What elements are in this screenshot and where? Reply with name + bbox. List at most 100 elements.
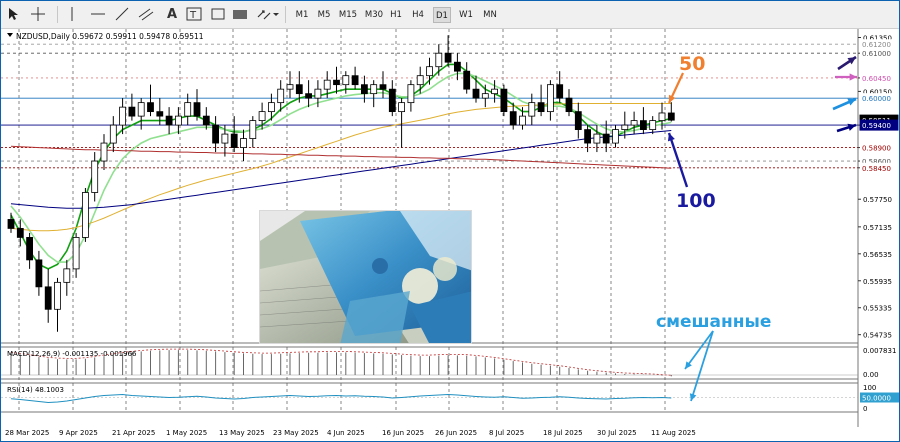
candle: [333, 66, 340, 94]
candle-body: [565, 97, 573, 113]
candle-body: [621, 124, 629, 130]
candle: [351, 66, 359, 90]
arrow-head: [847, 123, 856, 131]
candle-body: [128, 106, 136, 117]
candle: [165, 107, 173, 135]
shapes-icon[interactable]: [231, 5, 249, 23]
collapse-triangle-icon[interactable]: [7, 33, 13, 37]
toolbar: A T M1 M5 M15 M30 H1 H4 D1 W1 MN: [1, 1, 899, 29]
candle: [444, 35, 452, 67]
cursor-icon[interactable]: [5, 5, 23, 23]
candle: [407, 80, 415, 112]
candle-body: [258, 111, 266, 122]
candle-body: [453, 61, 461, 72]
timeframe-h4[interactable]: H4: [409, 7, 427, 23]
candle-body: [649, 120, 657, 130]
candle: [379, 71, 387, 99]
timeframe-h1[interactable]: H1: [387, 7, 405, 23]
candle: [109, 116, 117, 153]
arrow-level-6100: [837, 55, 857, 71]
candle-body: [463, 70, 471, 90]
candle-body: [82, 192, 89, 238]
y-tick-label: 0.54735: [863, 332, 892, 340]
macd-tick-label: 0.007831: [863, 347, 896, 355]
candle: [565, 89, 573, 117]
candle: [147, 84, 154, 117]
candle: [370, 80, 378, 108]
rsi-tick-label: 50.0000: [862, 395, 891, 403]
candle-body: [7, 219, 15, 229]
candle: [72, 232, 80, 278]
arrows-dropdown-icon[interactable]: [255, 5, 281, 23]
candle-body: [212, 124, 220, 144]
timeframe-m30[interactable]: M30: [363, 7, 385, 23]
candle-body: [230, 133, 238, 148]
x-tick-label: 26 Jun 2025: [435, 429, 477, 437]
timeframe-m1[interactable]: M1: [293, 7, 311, 23]
candle: [491, 80, 499, 103]
arrow-level-6045: [835, 73, 857, 81]
candle: [26, 232, 34, 269]
candle: [91, 152, 99, 202]
horizontal-line-icon[interactable]: [89, 5, 107, 23]
x-tick-label: 13 May 2025: [219, 429, 265, 437]
candle-body: [72, 237, 80, 270]
candle-body: [165, 115, 173, 126]
candle-body: [295, 84, 303, 95]
candle-body: [630, 120, 638, 126]
candle-body: [481, 93, 489, 99]
candle-body: [519, 115, 526, 126]
rectangle-icon[interactable]: [209, 5, 227, 23]
arrow-macd: [684, 330, 714, 370]
candle-body: [584, 129, 591, 144]
candle-body: [137, 102, 145, 117]
channel-icon[interactable]: [137, 5, 155, 23]
timeframe-m5[interactable]: M5: [315, 7, 333, 23]
x-tick-label: 16 Jun 2025: [382, 429, 424, 437]
candle-body: [500, 88, 508, 113]
candle-body: [193, 102, 201, 117]
candle-body: [305, 93, 313, 99]
candle-body: [556, 84, 564, 99]
candle: [388, 80, 396, 117]
candle: [240, 129, 247, 162]
candle-body: [426, 66, 433, 77]
x-tick-label: 18 Jul 2025: [543, 429, 583, 437]
candle-body: [91, 160, 99, 193]
timeframe-mn[interactable]: MN: [481, 7, 499, 23]
candle-body: [249, 120, 257, 139]
timeframe-d1[interactable]: D1: [433, 7, 451, 23]
arrow-rsi: [689, 330, 714, 402]
y-tick-label: 0.57750: [863, 196, 892, 204]
candle-body: [314, 88, 322, 99]
candle: [286, 71, 294, 99]
label-icon[interactable]: T: [185, 5, 203, 23]
text-icon[interactable]: A: [163, 5, 181, 23]
x-tick-label: 8 Jul 2025: [489, 429, 524, 437]
candle: [35, 250, 43, 296]
x-tick-label: 28 Mar 2025: [5, 429, 49, 437]
candle: [416, 66, 424, 94]
price-label: 0.61000: [862, 50, 891, 58]
candle: [453, 53, 461, 81]
candle-body: [342, 75, 350, 86]
candle-body: [574, 111, 582, 130]
price-label: 0.60000: [862, 95, 891, 103]
arrow-head: [849, 73, 857, 81]
candle-body: [612, 129, 619, 144]
candle: [305, 80, 313, 108]
banknotes-photo: [259, 210, 472, 344]
crosshair-icon[interactable]: [29, 5, 47, 23]
timeframe-w1[interactable]: W1: [457, 7, 475, 23]
toolbar-separator: [285, 6, 286, 23]
vertical-line-icon[interactable]: [63, 5, 81, 23]
trendline-icon[interactable]: [113, 5, 131, 23]
candle: [16, 219, 24, 247]
candle-body: [444, 52, 452, 63]
price-label: 0.58900: [862, 145, 891, 153]
candle-body: [202, 115, 210, 126]
candle-body: [407, 84, 415, 104]
candle-body: [640, 120, 647, 130]
timeframe-m15[interactable]: M15: [337, 7, 359, 23]
x-tick-label: 21 Apr 2025: [112, 429, 155, 437]
